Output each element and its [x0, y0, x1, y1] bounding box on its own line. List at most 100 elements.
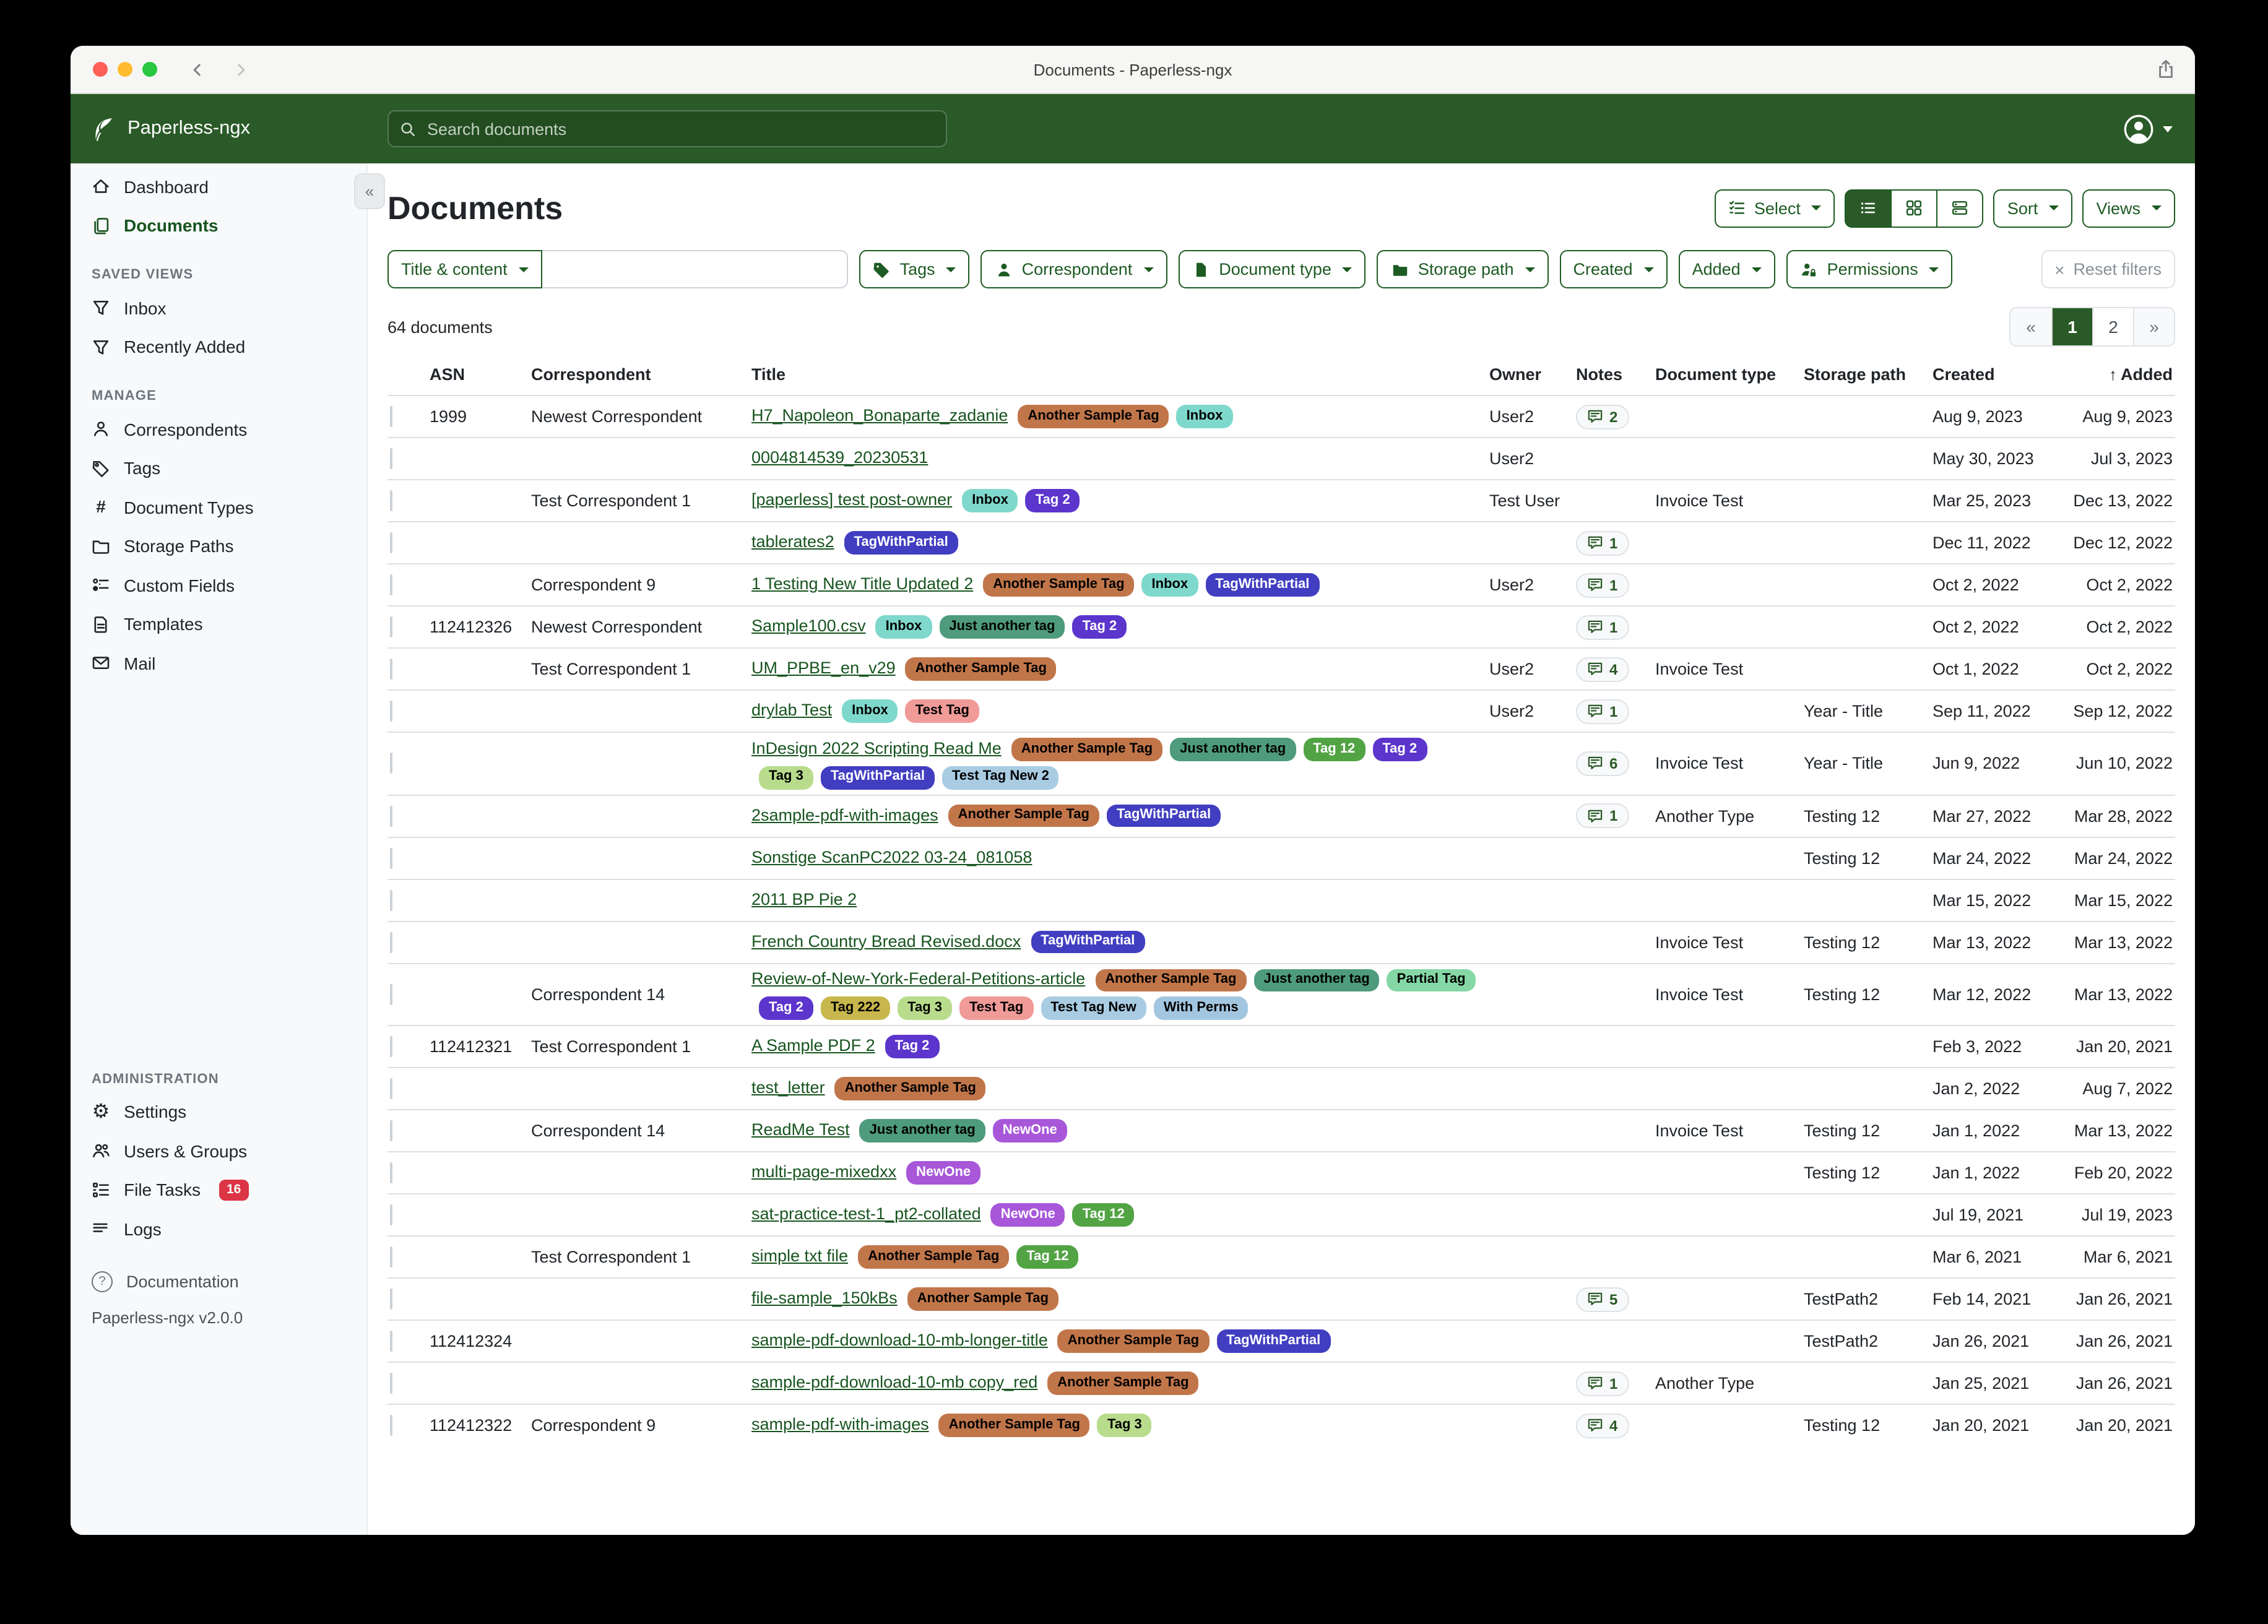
- table-row[interactable]: 112412322 Correspondent 9 sample-pdf-wit…: [387, 1404, 2175, 1446]
- tag-badge[interactable]: Tag 2: [1072, 615, 1127, 639]
- app-brand[interactable]: Paperless-ngx: [71, 116, 368, 141]
- tag-badge[interactable]: Another Sample Tag: [835, 1077, 986, 1100]
- notes-badge[interactable]: 1: [1576, 1371, 1629, 1396]
- tag-badge[interactable]: TagWithPartial: [1205, 573, 1319, 597]
- column-header-added[interactable]: ↑Added: [2054, 365, 2175, 384]
- sidebar-collapse-button[interactable]: «: [354, 173, 385, 209]
- views-button[interactable]: Views: [2082, 189, 2175, 227]
- column-header-storage[interactable]: Storage path: [1804, 365, 1933, 384]
- notes-badge[interactable]: 6: [1576, 751, 1629, 776]
- table-row[interactable]: French Country Bread Revised.docxTagWith…: [387, 920, 2175, 962]
- tag-badge[interactable]: Tag 2: [759, 997, 813, 1021]
- sidebar-item-tags[interactable]: Tags: [71, 449, 366, 488]
- filter-permissions-button[interactable]: Permissions: [1786, 250, 1953, 288]
- document-link[interactable]: test_letter: [751, 1078, 825, 1099]
- tag-badge[interactable]: Another Sample Tag: [1047, 1371, 1198, 1395]
- column-header-created[interactable]: Created: [1933, 365, 2054, 384]
- cell-document-type[interactable]: Invoice Test: [1655, 1121, 1804, 1140]
- row-checkbox[interactable]: [390, 889, 392, 910]
- tag-badge[interactable]: Test Tag New: [1041, 997, 1146, 1021]
- row-checkbox[interactable]: [390, 1331, 392, 1352]
- sidebar-item-logs[interactable]: Logs: [71, 1209, 366, 1248]
- table-row[interactable]: Test Correspondent 1 UM_PPBE_en_v29Anoth…: [387, 647, 2175, 689]
- document-link[interactable]: drylab Test: [751, 701, 832, 722]
- table-row[interactable]: 112412326 Newest Correspondent Sample100…: [387, 605, 2175, 647]
- pagination-prev[interactable]: «: [2010, 308, 2051, 345]
- column-header-owner[interactable]: Owner: [1489, 365, 1576, 384]
- filter-field-selector-button[interactable]: Title & content: [387, 250, 542, 288]
- document-link[interactable]: [paperless] test post-owner: [751, 490, 952, 511]
- table-row[interactable]: 2011 BP Pie 2 Mar 15, 2022 Mar 15, 2022: [387, 878, 2175, 920]
- tag-badge[interactable]: Another Sample Tag: [983, 573, 1134, 597]
- cell-storage-path[interactable]: TestPath2: [1804, 1332, 1933, 1350]
- cell-storage-path[interactable]: Testing 12: [1804, 806, 1933, 825]
- sidebar-item-recently-added[interactable]: Recently Added: [71, 327, 366, 366]
- table-row[interactable]: sample-pdf-download-10-mb copy_red Anothe…: [387, 1362, 2175, 1404]
- table-row[interactable]: Sonstige ScanPC2022 03-24_081058 Testing…: [387, 836, 2175, 878]
- notes-badge[interactable]: 4: [1576, 657, 1629, 681]
- tag-badge[interactable]: Tag 3: [759, 766, 813, 790]
- tag-badge[interactable]: TagWithPartial: [844, 531, 958, 555]
- row-checkbox[interactable]: [390, 1204, 392, 1225]
- tag-badge[interactable]: Just another tag: [939, 615, 1065, 639]
- row-checkbox[interactable]: [390, 701, 392, 722]
- cell-correspondent[interactable]: Test Correspondent 1: [531, 491, 751, 510]
- close-window-button[interactable]: [93, 62, 108, 77]
- tag-badge[interactable]: Another Sample Tag: [906, 657, 1057, 681]
- table-row[interactable]: 1999 Newest Correspondent H7_Napoleon_Bo…: [387, 395, 2175, 437]
- document-link[interactable]: 0004814539_20230531: [751, 448, 928, 469]
- row-checkbox[interactable]: [390, 616, 392, 637]
- forward-icon[interactable]: [233, 61, 249, 77]
- document-link[interactable]: sat-practice-test-1_pt2-collated: [751, 1204, 981, 1225]
- cell-correspondent[interactable]: Newest Correspondent: [531, 618, 751, 636]
- tag-badge[interactable]: Another Sample Tag: [907, 1287, 1058, 1311]
- sidebar-item-mail[interactable]: Mail: [71, 644, 366, 683]
- tag-badge[interactable]: TagWithPartial: [1216, 1329, 1330, 1353]
- tag-badge[interactable]: Another Sample Tag: [1018, 405, 1169, 428]
- tag-badge[interactable]: Another Sample Tag: [1095, 969, 1246, 992]
- tag-badge[interactable]: Tag 12: [1303, 738, 1365, 761]
- table-row[interactable]: test_letterAnother Sample Tag Jan 2, 202…: [387, 1067, 2175, 1109]
- cell-storage-path[interactable]: Testing 12: [1804, 1121, 1933, 1140]
- sidebar-item-document-types[interactable]: #Document Types: [71, 488, 366, 527]
- cell-document-type[interactable]: Invoice Test: [1655, 660, 1804, 678]
- tag-badge[interactable]: Tag 2: [885, 1035, 940, 1058]
- column-header-title[interactable]: Title: [751, 365, 1489, 384]
- row-checkbox[interactable]: [390, 984, 392, 1005]
- tag-badge[interactable]: Another Sample Tag: [858, 1245, 1009, 1269]
- cell-storage-path[interactable]: TestPath2: [1804, 1290, 1933, 1308]
- cell-correspondent[interactable]: Test Correspondent 1: [531, 1037, 751, 1056]
- tag-badge[interactable]: Tag 2: [1026, 489, 1080, 512]
- document-link[interactable]: 2sample-pdf-with-images: [751, 805, 938, 826]
- tag-badge[interactable]: TagWithPartial: [1031, 930, 1145, 954]
- tag-badge[interactable]: Inbox: [876, 615, 932, 639]
- cell-document-type[interactable]: Invoice Test: [1655, 754, 1804, 773]
- row-checkbox[interactable]: [390, 1036, 392, 1057]
- document-link[interactable]: Review-of-New-York-Federal-Petitions-art…: [751, 970, 1085, 991]
- table-row[interactable]: 112412324 sample-pdf-download-10-mb-long…: [387, 1320, 2175, 1362]
- cell-document-type[interactable]: Invoice Test: [1655, 933, 1804, 951]
- notes-badge[interactable]: 1: [1576, 530, 1629, 555]
- tag-badge[interactable]: Another Sample Tag: [948, 804, 1099, 827]
- table-row[interactable]: Test Correspondent 1 simple txt fileAnot…: [387, 1235, 2175, 1277]
- window-controls[interactable]: [93, 62, 157, 77]
- tag-badge[interactable]: TagWithPartial: [821, 766, 935, 790]
- tag-badge[interactable]: Tag 12: [1016, 1245, 1078, 1269]
- row-checkbox[interactable]: [390, 753, 392, 774]
- tag-badge[interactable]: Another Sample Tag: [939, 1414, 1090, 1437]
- back-icon[interactable]: [189, 61, 206, 77]
- filter-document-type-button[interactable]: Document type: [1178, 250, 1366, 288]
- document-link[interactable]: sample-pdf-download-10-mb copy_red: [751, 1373, 1037, 1394]
- tag-badge[interactable]: NewOne: [993, 1119, 1067, 1142]
- tag-badge[interactable]: With Perms: [1154, 997, 1249, 1021]
- cell-correspondent[interactable]: Correspondent 9: [531, 576, 751, 594]
- reset-filters-button[interactable]: × Reset filters: [2041, 250, 2175, 288]
- filter-text-input[interactable]: [542, 250, 848, 288]
- tag-badge[interactable]: Just another tag: [1170, 738, 1296, 761]
- tag-badge[interactable]: Partial Tag: [1387, 969, 1476, 992]
- filter-created-button[interactable]: Created: [1560, 250, 1668, 288]
- document-link[interactable]: sample-pdf-with-images: [751, 1415, 929, 1436]
- cell-document-type[interactable]: Invoice Test: [1655, 985, 1804, 1004]
- cell-correspondent[interactable]: Correspondent 9: [531, 1416, 751, 1435]
- maximize-window-button[interactable]: [142, 62, 157, 77]
